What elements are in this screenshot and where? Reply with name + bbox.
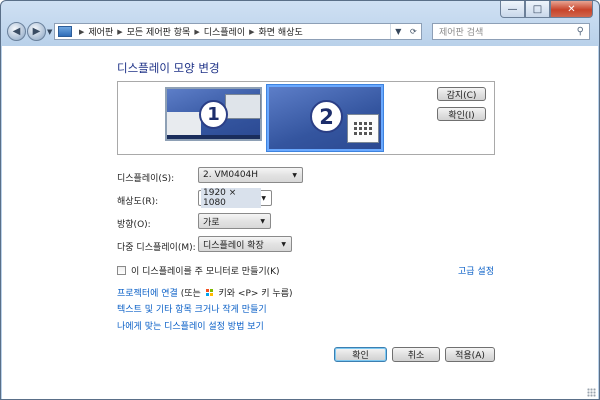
detect-button[interactable]: 감지(C) (437, 87, 486, 101)
recent-pages-dropdown-icon[interactable]: ▼ (47, 28, 52, 36)
main-monitor-option[interactable]: 이 디스플레이를 주 모니터로 만들기(K) (117, 264, 280, 277)
cancel-button[interactable]: 취소 (392, 347, 440, 362)
forward-button[interactable]: ▶ (27, 22, 46, 41)
chevron-down-icon: ▼ (281, 240, 286, 248)
text-size-link[interactable]: 텍스트 및 기타 항목 크거나 작게 만들기 (117, 302, 267, 315)
projector-line: 프로젝터에 연결 (또는 키와 <P> 키 누름) (117, 286, 293, 299)
multiple-displays-select[interactable]: 디스플레이 확장 ▼ (198, 236, 292, 252)
resolution-value: 1920 × 1080 (201, 188, 262, 208)
window-thumbnail (225, 94, 261, 119)
breadcrumb-all-items[interactable]: 모든 제어판 항목 (127, 25, 191, 38)
display-value: 2. VM0404H (203, 170, 259, 180)
breadcrumb-screen-resolution[interactable]: 화면 해상도 (259, 25, 303, 38)
chevron-down-icon: ▼ (260, 217, 265, 225)
close-button[interactable]: ✕ (550, 1, 593, 18)
address-bar[interactable]: ▶ 제어판 ▶ 모든 제어판 항목 ▶ 디스플레이 ▶ 화면 해상도 ▼ ⟳ (54, 23, 422, 40)
navigation-bar: ◀ ▶ ▼ ▶ 제어판 ▶ 모든 제어판 항목 ▶ 디스플레이 ▶ 화면 해상도… (1, 19, 599, 45)
orientation-value: 가로 (203, 217, 220, 228)
search-placeholder: 제어판 검색 (439, 28, 484, 38)
address-controls: ▼ ⟳ (390, 24, 421, 39)
main-monitor-checkbox-label[interactable]: 이 디스플레이를 주 모니터로 만들기(K) (131, 264, 280, 277)
back-button[interactable]: ◀ (7, 22, 26, 41)
breadcrumb-display[interactable]: 디스플레이 (204, 25, 245, 38)
address-dropdown-icon[interactable]: ▼ (395, 27, 401, 36)
orientation-select[interactable]: 가로 ▼ (198, 213, 271, 229)
search-icon[interactable]: ⚲ (577, 26, 584, 37)
back-arrow-icon: ◀ (12, 26, 21, 37)
multiple-displays-label: 다중 디스플레이(M): (117, 243, 196, 253)
search-input[interactable]: 제어판 검색 ⚲ (432, 23, 590, 40)
projector-hint-text: 키와 <P> 키 누름) (215, 289, 293, 299)
content-pane: 디스플레이 모양 변경 1 2 감지(C) 확인(I) 디스플레이(S): 2.… (2, 46, 598, 399)
orientation-label: 방향(O): (117, 220, 151, 230)
breadcrumb-separator-icon[interactable]: ▶ (249, 28, 254, 36)
display-help-link[interactable]: 나에게 맞는 디스플레이 설정 방법 보기 (117, 319, 264, 332)
control-panel-window: — □ ✕ ◀ ▶ ▼ ▶ 제어판 ▶ 모든 제어판 항목 ▶ 디스플레이 ▶ … (0, 0, 600, 400)
display-label: 디스플레이(S): (117, 174, 175, 184)
breadcrumb-separator-icon[interactable]: ▶ (117, 28, 122, 36)
resize-grip-icon[interactable] (587, 388, 596, 397)
forward-arrow-icon: ▶ (32, 26, 41, 37)
multiple-displays-value: 디스플레이 확장 (203, 240, 264, 251)
taskbar-thumbnail (167, 135, 260, 139)
projector-link[interactable]: 프로젝터에 연결 (117, 289, 178, 299)
projector-hint-text: (또는 (177, 289, 204, 299)
ok-button[interactable]: 확인 (334, 347, 387, 362)
chevron-down-icon: ▼ (292, 171, 297, 179)
monitor-number: 2 (310, 100, 343, 133)
breadcrumb-control-panel[interactable]: 제어판 (88, 25, 113, 38)
display-select[interactable]: 2. VM0404H ▼ (198, 167, 303, 183)
monitor-2[interactable]: 2 (267, 85, 383, 151)
monitor-1[interactable]: 1 (165, 87, 262, 141)
page-title: 디스플레이 모양 변경 (117, 61, 220, 75)
breadcrumb-separator-icon[interactable]: ▶ (194, 28, 199, 36)
window-thumbnail (347, 114, 379, 143)
monitor-number: 1 (199, 100, 228, 129)
breadcrumb-separator-icon[interactable]: ▶ (79, 28, 84, 36)
resolution-select[interactable]: 1920 × 1080 ▼ (198, 188, 272, 208)
monitor-arrangement: 1 2 감지(C) 확인(I) (117, 81, 495, 155)
maximize-button[interactable]: □ (525, 1, 550, 18)
resolution-label: 해상도(R): (117, 197, 159, 207)
window-caption-buttons: — □ ✕ (500, 1, 593, 19)
main-monitor-checkbox[interactable] (117, 266, 126, 275)
minimize-button[interactable]: — (500, 1, 525, 18)
control-panel-icon (58, 26, 72, 37)
windows-logo-icon (205, 289, 214, 297)
refresh-icon[interactable]: ⟳ (410, 27, 417, 36)
advanced-settings-link[interactable]: 고급 설정 (458, 264, 494, 277)
apply-button[interactable]: 적용(A) (445, 347, 495, 362)
window-thumbnail (167, 112, 201, 135)
identify-button[interactable]: 확인(I) (437, 107, 486, 121)
chevron-down-icon: ▼ (261, 194, 266, 202)
